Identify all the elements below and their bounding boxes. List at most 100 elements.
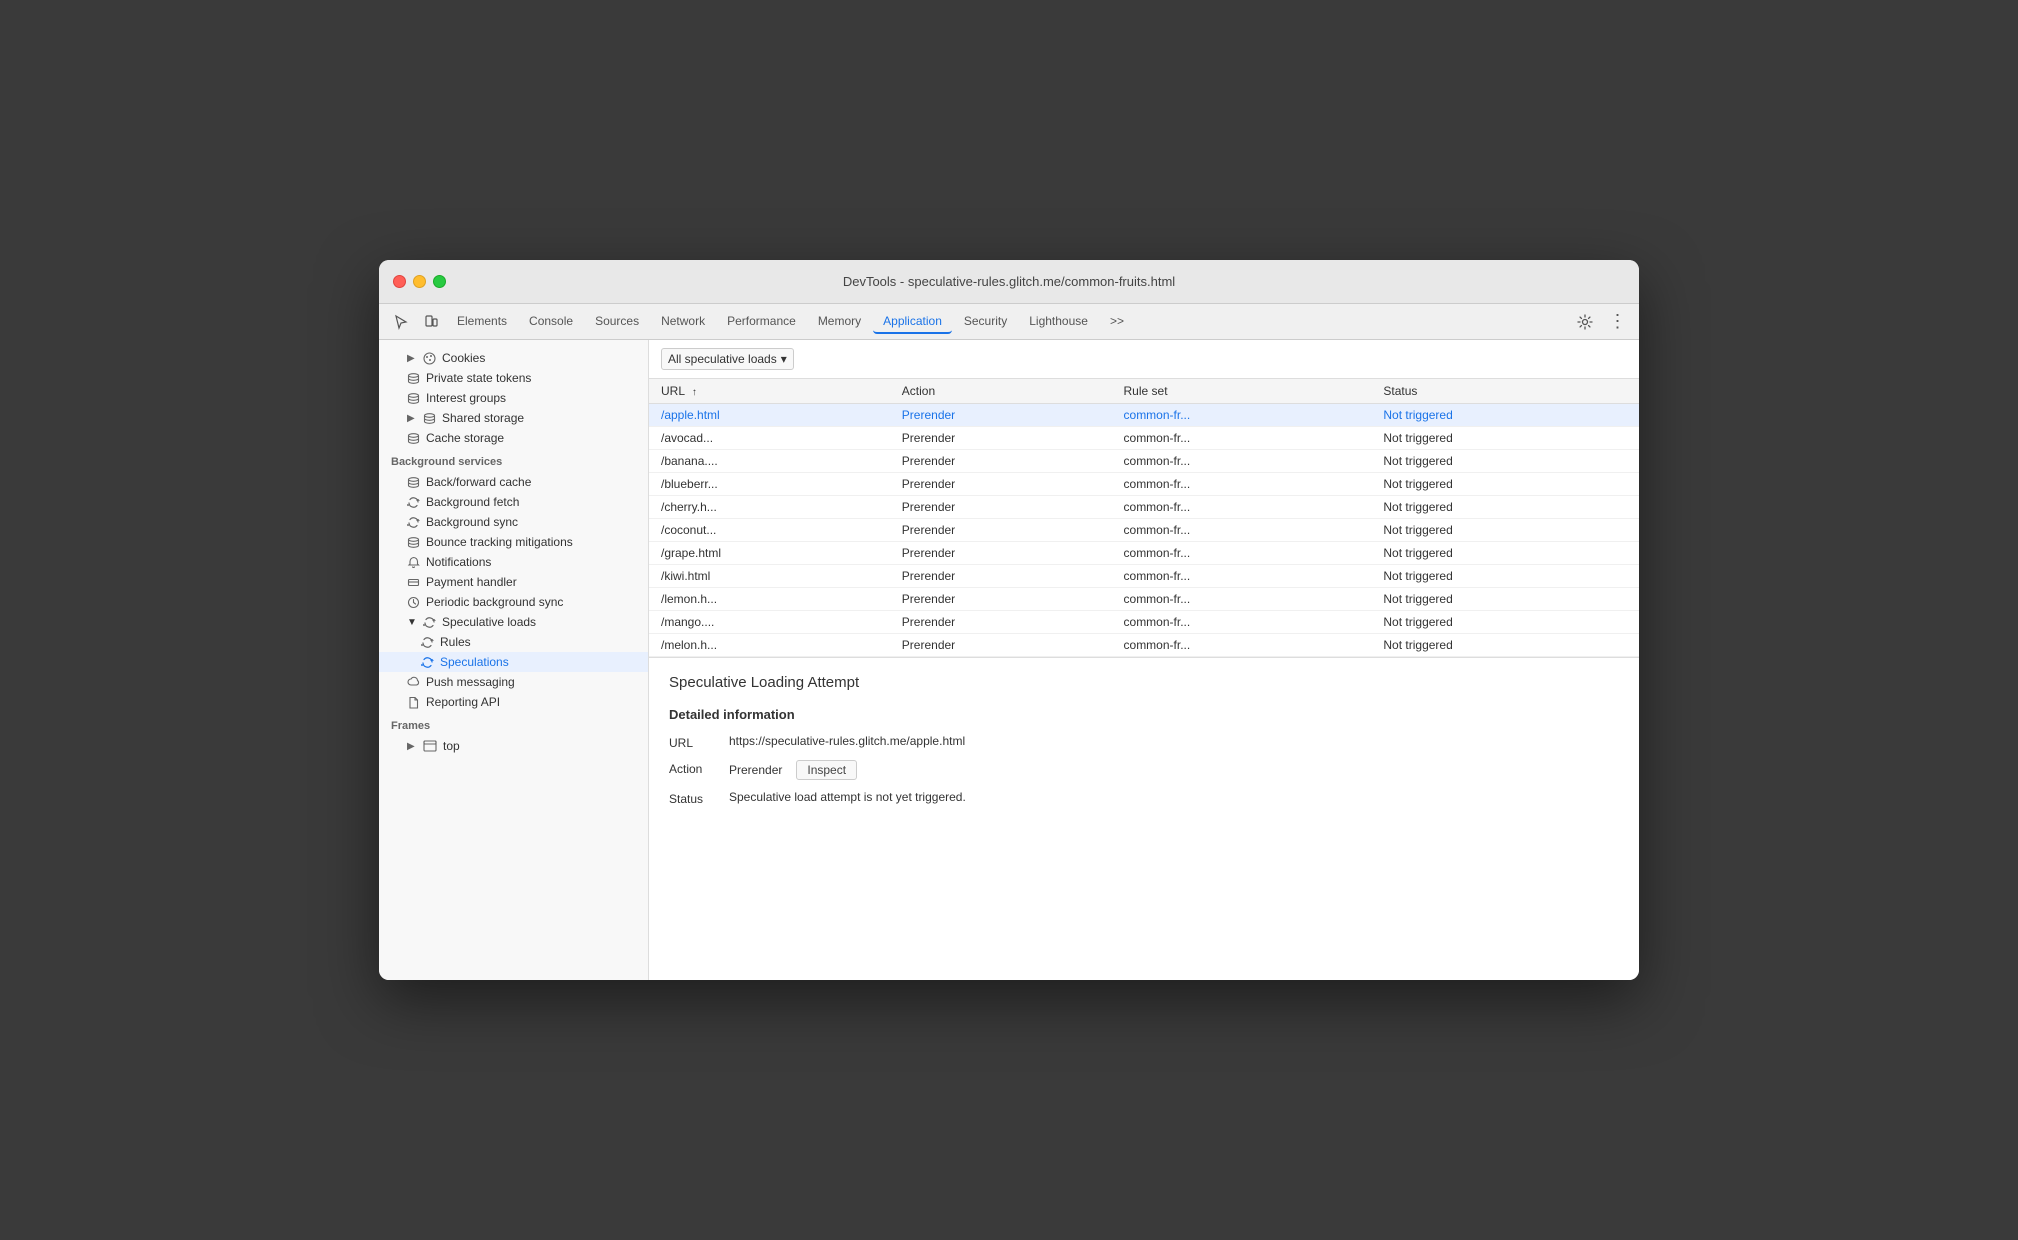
sidebar-item-cache-storage[interactable]: Cache storage <box>379 428 648 448</box>
sidebar-item-reporting-api[interactable]: Reporting API <box>379 692 648 712</box>
table-row[interactable]: /coconut...Prerendercommon-fr...Not trig… <box>649 519 1639 542</box>
settings-icon-btn[interactable] <box>1571 308 1599 336</box>
table-row[interactable]: /melon.h...Prerendercommon-fr...Not trig… <box>649 634 1639 657</box>
sync-icon-5 <box>421 656 434 669</box>
sidebar-label-bg-sync: Background sync <box>426 515 518 529</box>
table-row[interactable]: /kiwi.htmlPrerendercommon-fr...Not trigg… <box>649 565 1639 588</box>
cursor-icon-btn[interactable] <box>387 308 415 336</box>
sidebar-label-shared-storage: Shared storage <box>442 411 524 425</box>
tab-security[interactable]: Security <box>954 310 1017 334</box>
col-url[interactable]: URL ↑ <box>649 379 890 404</box>
col-action: Action <box>890 379 1112 404</box>
sidebar-label-speculations: Speculations <box>440 655 509 669</box>
more-icon: ⋮ <box>1609 311 1626 332</box>
detail-panel: Speculative Loading Attempt Detailed inf… <box>649 658 1639 980</box>
sidebar-item-speculative-loads[interactable]: ▼ Speculative loads <box>379 612 648 632</box>
col-ruleset: Rule set <box>1112 379 1372 404</box>
sidebar-label-reporting-api: Reporting API <box>426 695 500 709</box>
db-icon-5 <box>407 476 420 489</box>
sidebar-label-bg-fetch: Background fetch <box>426 495 519 509</box>
sidebar-item-push-messaging[interactable]: Push messaging <box>379 672 648 692</box>
filter-dropdown[interactable]: All speculative loads ▾ <box>661 348 794 370</box>
filter-label: All speculative loads <box>668 352 777 366</box>
minimize-button[interactable] <box>413 275 426 288</box>
sidebar-item-payment-handler[interactable]: Payment handler <box>379 572 648 592</box>
background-services-header: Background services <box>379 448 648 472</box>
db-icon-2 <box>407 392 420 405</box>
table-row[interactable]: /mango....Prerendercommon-fr...Not trigg… <box>649 611 1639 634</box>
speculations-table: URL ↑ Action Rule set Status /apple.html… <box>649 379 1639 658</box>
db-icon <box>407 372 420 385</box>
sidebar-item-interest-groups[interactable]: Interest groups <box>379 388 648 408</box>
detail-title: Speculative Loading Attempt <box>669 674 1619 691</box>
frames-header: Frames <box>379 712 648 736</box>
device-icon-btn[interactable] <box>417 308 445 336</box>
table-row[interactable]: /lemon.h...Prerendercommon-fr...Not trig… <box>649 588 1639 611</box>
sidebar-label-cache-storage: Cache storage <box>426 431 504 445</box>
cloud-icon <box>407 676 420 689</box>
tab-network[interactable]: Network <box>651 310 715 334</box>
db-icon-4 <box>407 432 420 445</box>
more-options-btn[interactable]: ⋮ <box>1603 308 1631 336</box>
titlebar: DevTools - speculative-rules.glitch.me/c… <box>379 260 1639 304</box>
sync-icon-4 <box>421 636 434 649</box>
db-icon-6 <box>407 536 420 549</box>
tab-lighthouse[interactable]: Lighthouse <box>1019 310 1098 334</box>
sidebar-item-notifications[interactable]: Notifications <box>379 552 648 572</box>
sidebar-item-periodic-bg-sync[interactable]: Periodic background sync <box>379 592 648 612</box>
tab-memory[interactable]: Memory <box>808 310 871 334</box>
sort-icon: ↑ <box>692 387 697 398</box>
table-row[interactable]: /cherry.h...Prerendercommon-fr...Not tri… <box>649 496 1639 519</box>
sidebar-item-backforward-cache[interactable]: Back/forward cache <box>379 472 648 492</box>
sync-icon-2 <box>407 516 420 529</box>
maximize-button[interactable] <box>433 275 446 288</box>
detail-action-label: Action <box>669 760 729 776</box>
clock-icon <box>407 596 420 609</box>
detail-url-label: URL <box>669 734 729 750</box>
tab-more[interactable]: >> <box>1100 310 1134 334</box>
detail-action-value: Prerender <box>729 763 782 777</box>
sidebar-item-background-fetch[interactable]: Background fetch <box>379 492 648 512</box>
close-button[interactable] <box>393 275 406 288</box>
sidebar-label-notifications: Notifications <box>426 555 491 569</box>
sidebar-label-rules: Rules <box>440 635 471 649</box>
sidebar-item-cookies[interactable]: ▶ Cookies <box>379 348 648 368</box>
detail-url-value: https://speculative-rules.glitch.me/appl… <box>729 734 1619 748</box>
detail-action-row: Action Prerender Inspect <box>669 760 1619 780</box>
sidebar-label-backforward: Back/forward cache <box>426 475 531 489</box>
arrow-icon-3: ▼ <box>407 617 417 628</box>
table-row[interactable]: /grape.htmlPrerendercommon-fr...Not trig… <box>649 542 1639 565</box>
bell-icon <box>407 556 420 569</box>
devtools-window: DevTools - speculative-rules.glitch.me/c… <box>379 260 1639 980</box>
sidebar-label-periodic-bg-sync: Periodic background sync <box>426 595 563 609</box>
table-row[interactable]: /avocad...Prerendercommon-fr...Not trigg… <box>649 427 1639 450</box>
detail-section-title: Detailed information <box>669 707 1619 722</box>
col-url-label: URL <box>661 384 685 398</box>
sidebar-label-private-state-tokens: Private state tokens <box>426 371 531 385</box>
devtools-tabs: Elements Console Sources Network Perform… <box>379 304 1639 340</box>
table-row[interactable]: /banana....Prerendercommon-fr...Not trig… <box>649 450 1639 473</box>
sidebar-item-speculations[interactable]: Speculations <box>379 652 648 672</box>
tab-elements[interactable]: Elements <box>447 310 517 334</box>
sync-icon-1 <box>407 496 420 509</box>
sidebar-item-private-state-tokens[interactable]: Private state tokens <box>379 368 648 388</box>
sidebar-item-background-sync[interactable]: Background sync <box>379 512 648 532</box>
cookie-icon <box>423 352 436 365</box>
sidebar-item-shared-storage[interactable]: ▶ Shared storage <box>379 408 648 428</box>
table-header-row: URL ↑ Action Rule set Status <box>649 379 1639 404</box>
tab-sources[interactable]: Sources <box>585 310 649 334</box>
tab-application[interactable]: Application <box>873 310 952 334</box>
sidebar-label-payment-handler: Payment handler <box>426 575 517 589</box>
table-row[interactable]: /blueberr...Prerendercommon-fr...Not tri… <box>649 473 1639 496</box>
sidebar-label-push-messaging: Push messaging <box>426 675 515 689</box>
col-status: Status <box>1371 379 1639 404</box>
arrow-icon-4: ▶ <box>407 741 417 752</box>
tab-console[interactable]: Console <box>519 310 583 334</box>
sidebar-item-bounce-tracking[interactable]: Bounce tracking mitigations <box>379 532 648 552</box>
sidebar-item-frames-top[interactable]: ▶ top <box>379 736 648 756</box>
table-row[interactable]: /apple.htmlPrerendercommon-fr...Not trig… <box>649 404 1639 427</box>
detail-status-row: Status Speculative load attempt is not y… <box>669 790 1619 806</box>
inspect-button[interactable]: Inspect <box>796 760 857 780</box>
sidebar-item-rules[interactable]: Rules <box>379 632 648 652</box>
tab-performance[interactable]: Performance <box>717 310 806 334</box>
